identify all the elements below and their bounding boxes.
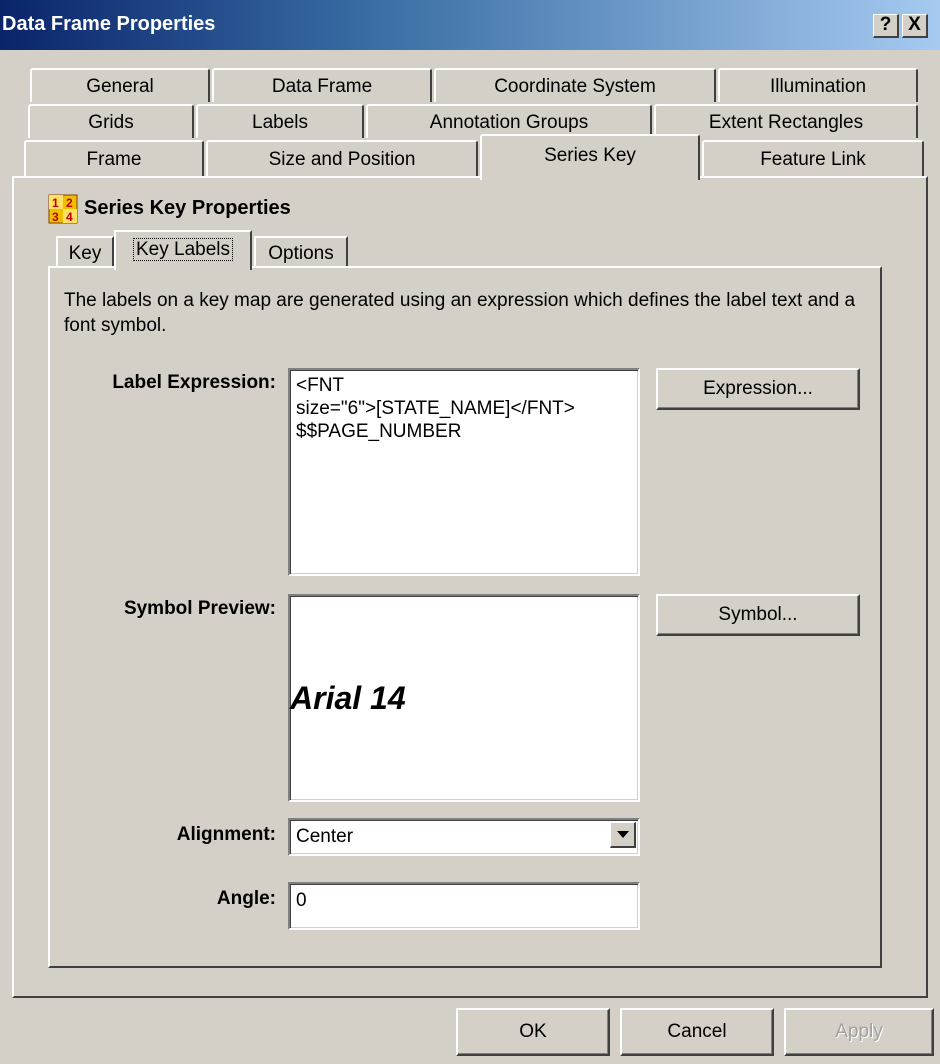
tab-labels[interactable]: Labels (196, 104, 364, 138)
inner-tab-options[interactable]: Options (254, 236, 348, 268)
label-expression-value: <FNT size="6">[STATE_NAME]</FNT> $$PAGE_… (296, 375, 575, 442)
tab-frame[interactable]: Frame (24, 140, 204, 178)
help-button[interactable]: ? (873, 14, 899, 38)
svg-text:3: 3 (52, 210, 59, 224)
chevron-down-icon[interactable] (610, 822, 636, 848)
apply-button[interactable]: Apply (784, 1008, 934, 1056)
tab-data-frame[interactable]: Data Frame (212, 68, 432, 102)
data-frame-properties-dialog: Data Frame Properties ? X General Data F… (0, 0, 940, 1064)
label-expression-textarea[interactable]: <FNT size="6">[STATE_NAME]</FNT> $$PAGE_… (288, 368, 640, 576)
description-text: The labels on a key map are generated us… (64, 290, 856, 336)
tab-general[interactable]: General (30, 68, 210, 102)
cancel-button[interactable]: Cancel (620, 1008, 774, 1056)
tab-annotation-groups[interactable]: Annotation Groups (366, 104, 652, 138)
close-button[interactable]: X (902, 14, 928, 38)
tab-grids[interactable]: Grids (28, 104, 194, 138)
symbol-preview-text: Arial 14 (290, 680, 406, 716)
tab-series-key[interactable]: Series Key (480, 134, 700, 180)
tab-size-and-position[interactable]: Size and Position (206, 140, 478, 178)
angle-input[interactable]: 0 (288, 882, 640, 930)
svg-text:4: 4 (66, 210, 73, 224)
inner-tab-key-labels[interactable]: Key Labels (114, 230, 252, 270)
symbol-button[interactable]: Symbol... (656, 594, 860, 636)
label-expression-label: Label Expression: (112, 372, 276, 393)
title-bar[interactable]: Data Frame Properties ? X (0, 0, 940, 50)
tab-illumination[interactable]: Illumination (718, 68, 918, 102)
tab-coordinate-system[interactable]: Coordinate System (434, 68, 716, 102)
window-title: Data Frame Properties (2, 13, 216, 35)
section-title: Series Key Properties (84, 197, 291, 219)
expression-button[interactable]: Expression... (656, 368, 860, 410)
alignment-select[interactable]: Center (288, 818, 640, 856)
inner-tab-key-labels-label: Key Labels (132, 238, 233, 261)
ok-button[interactable]: OK (456, 1008, 610, 1056)
tab-feature-link[interactable]: Feature Link (702, 140, 924, 178)
symbol-preview-label: Symbol Preview: (123, 598, 276, 619)
inner-tab-key[interactable]: Key (56, 236, 114, 268)
symbol-preview-box: Arial 14 (288, 594, 640, 802)
series-key-icon: 1 2 3 4 (48, 194, 78, 224)
svg-text:2: 2 (66, 196, 73, 210)
tab-extent-rectangles[interactable]: Extent Rectangles (654, 104, 918, 138)
alignment-label: Alignment: (176, 824, 276, 845)
alignment-value: Center (296, 826, 354, 847)
angle-label: Angle: (216, 888, 276, 909)
svg-text:1: 1 (52, 196, 59, 210)
angle-value: 0 (296, 890, 307, 911)
